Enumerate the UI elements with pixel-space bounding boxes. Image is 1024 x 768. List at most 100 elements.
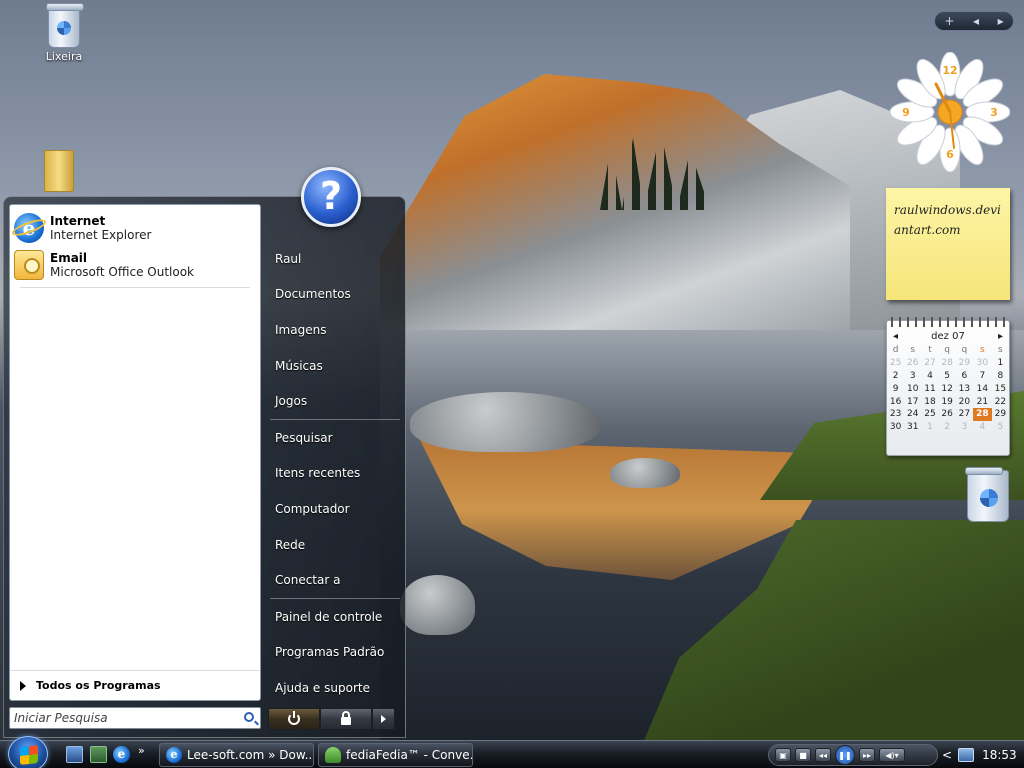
calendar-day[interactable]: 13 [956,382,973,395]
previous-gadgets-button[interactable]: ◂ [973,14,979,28]
calendar-day[interactable]: 3 [956,421,973,434]
calendar-day[interactable]: 20 [956,395,973,408]
calendar-day[interactable]: 3 [904,370,921,383]
calendar-day-header: s [910,345,916,356]
calendar-day[interactable]: 27 [956,408,973,421]
calendar-day[interactable]: 29 [992,408,1009,421]
lock-button[interactable] [320,708,372,730]
calendar-day[interactable]: 2 [887,370,904,383]
pinned-subtitle: Microsoft Office Outlook [50,264,194,279]
calendar-day[interactable]: 31 [904,421,921,434]
calendar-day[interactable]: 14 [973,382,992,395]
calendar-day[interactable]: 23 [887,408,904,421]
quick-launch-more-button[interactable]: » [138,744,145,757]
calendar-day[interactable]: 4 [921,370,938,383]
calendar-day-header: s [979,345,985,356]
start-search-input[interactable]: Iniciar Pesquisa [9,707,261,729]
calendar-day[interactable]: 17 [904,395,921,408]
media-stop-icon[interactable]: ■ [795,748,811,762]
start-place-ajuda-e-suporte[interactable]: Ajuda e suporte [268,670,402,706]
pinned-internet-explorer[interactable]: e Internet Internet Explorer [10,209,260,246]
calendar-day[interactable]: 7 [973,370,992,383]
media-next-icon[interactable]: ▸▸ [859,748,875,762]
taskbar-button-lee-soft[interactable]: e Lee-soft.com » Dow... [159,743,314,767]
calendar-day[interactable]: 10 [904,382,921,395]
calendar-day[interactable]: 24 [904,408,921,421]
calendar-gadget[interactable]: ◂ dez 07 ▸ d s t q q s s 25 26 27 28 29 30 1 2 3 4 5 6 7 8 9 1… [886,317,1010,456]
start-place-itens-recentes[interactable]: Itens recentes [268,456,402,492]
power-button[interactable] [268,708,320,730]
start-place-documentos[interactable]: Documentos [268,277,402,313]
start-place-rede[interactable]: Rede [268,527,402,563]
start-place-computador[interactable]: Computador [268,491,402,527]
search-icon[interactable] [244,712,254,722]
calendar-day[interactable]: 25 [887,357,904,370]
start-place-raul[interactable]: Raul [268,241,402,277]
calendar-day[interactable]: 5 [992,421,1009,434]
calendar-day-header: s [998,345,1003,356]
folder-icon[interactable] [44,150,74,192]
calendar-day[interactable]: 16 [887,395,904,408]
show-desktop-icon[interactable] [66,746,83,763]
calendar-day[interactable]: 2 [939,421,956,434]
calendar-day[interactable]: 9 [887,382,904,395]
media-previous-icon[interactable]: ◂◂ [815,748,831,762]
clock-numeral-9: 9 [902,106,910,119]
calendar-day[interactable]: 21 [973,395,992,408]
start-place-programas-padr-o[interactable]: Programas Padrão [268,635,402,671]
taskbar-clock[interactable]: 18:53 [982,748,1017,762]
user-picture-help-icon[interactable]: ? [301,167,361,227]
calendar-day[interactable]: 19 [939,395,956,408]
media-restore-icon[interactable]: ▣ [775,748,791,762]
calendar-prev-month-icon[interactable]: ◂ [893,331,898,342]
calendar-day[interactable]: 30 [887,421,904,434]
media-volume-icon[interactable]: ◀)▾ [879,748,905,762]
calendar-day[interactable]: 25 [921,408,938,421]
calendar-day[interactable]: 1 [992,357,1009,370]
start-place-painel-de-controle[interactable]: Painel de controle [268,599,402,635]
notification-area: < 18:53 [942,741,1017,768]
all-programs-button[interactable]: Todos os Programas [10,670,260,700]
calendar-day[interactable]: 27 [921,357,938,370]
start-place-imagens[interactable]: Imagens [268,312,402,348]
start-place-pesquisar[interactable]: Pesquisar [268,420,402,456]
calendar-next-month-icon[interactable]: ▸ [998,331,1003,342]
calendar-day[interactable]: 1 [921,421,938,434]
calendar-day[interactable]: 5 [939,370,956,383]
calendar-day[interactable]: 4 [973,421,992,434]
start-place-m-sicas[interactable]: Músicas [268,348,402,384]
calendar-day[interactable]: 22 [992,395,1009,408]
pinned-outlook[interactable]: Email Microsoft Office Outlook [10,246,260,283]
start-place-conectar-a[interactable]: Conectar a [268,562,402,598]
next-gadgets-button[interactable]: ▸ [998,14,1004,28]
calendar-day[interactable]: 11 [921,382,938,395]
quick-launch-ie-icon[interactable]: e [113,746,130,763]
calendar-day[interactable]: 28 [939,357,956,370]
clock-gadget[interactable]: 12 3 6 9 [890,52,1010,172]
calendar-day[interactable]: 30 [973,357,992,370]
add-gadget-button[interactable]: + [944,14,954,28]
calendar-day[interactable]: 29 [956,357,973,370]
taskbar-button-label: fediaFedia™ - Conve... [346,748,473,762]
recycle-bin-icon [46,3,84,48]
calendar-day[interactable]: 28 [972,407,992,421]
calendar-day[interactable]: 8 [992,370,1009,383]
taskbar-button-fediafedia[interactable]: fediaFedia™ - Conve... [318,743,473,767]
calendar-day[interactable]: 26 [904,357,921,370]
recycle-bin-desktop-icon[interactable]: Lixeira [29,3,99,63]
notes-gadget[interactable]: raulwindows.deviantart.com [886,188,1010,300]
calendar-day[interactable]: 26 [939,408,956,421]
shutdown-options-button[interactable] [372,708,395,730]
arrow-right-icon [381,715,386,723]
network-icon[interactable] [958,748,975,762]
calendar-day[interactable]: 18 [921,395,938,408]
media-pause-icon[interactable]: ❚❚ [835,745,855,765]
show-hidden-icons-chevron[interactable]: < [942,748,952,762]
start-button[interactable] [8,736,48,768]
calendar-day[interactable]: 12 [939,382,956,395]
recycle-bin-gadget[interactable] [953,467,1023,524]
calendar-day[interactable]: 6 [956,370,973,383]
switch-windows-icon[interactable] [90,746,107,763]
start-place-jogos[interactable]: Jogos [268,383,402,419]
calendar-day[interactable]: 15 [992,382,1009,395]
